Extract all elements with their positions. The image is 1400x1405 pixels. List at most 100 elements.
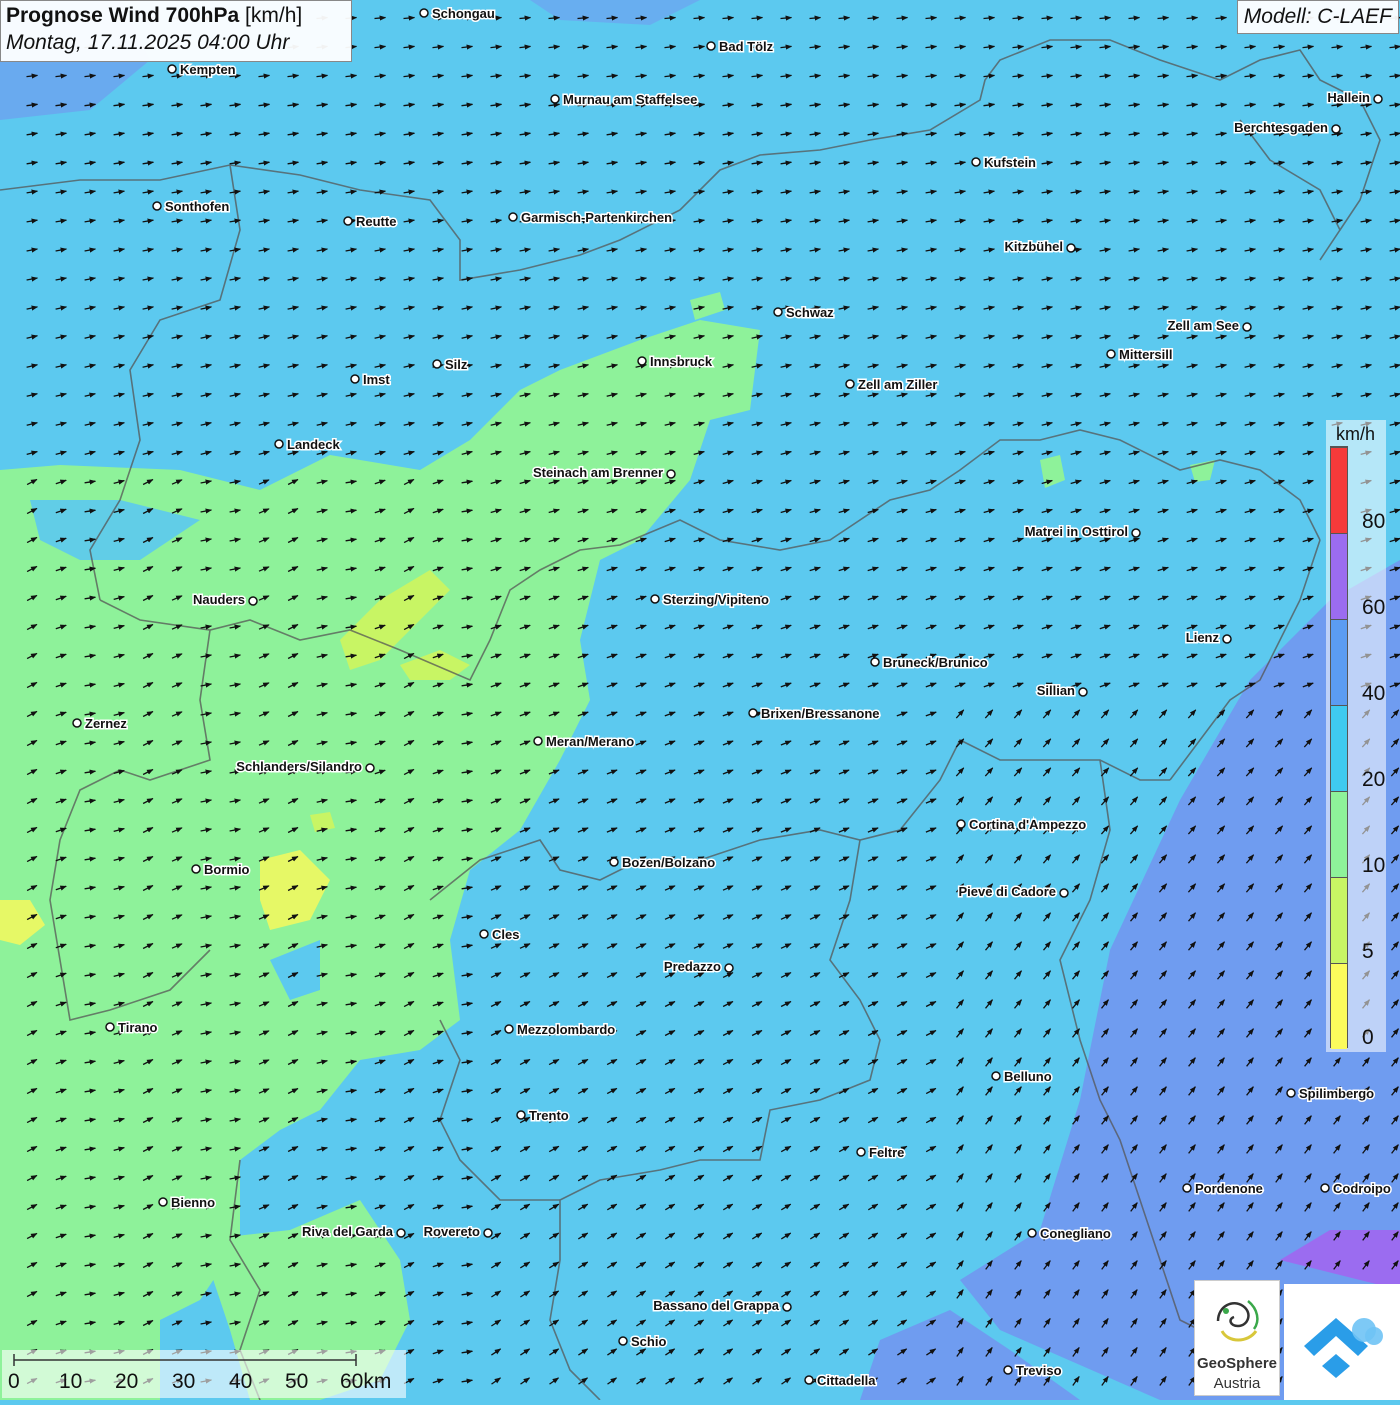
city-marker[interactable]: Spilimbergo bbox=[1287, 1086, 1374, 1101]
legend-tick-label: 80 bbox=[1362, 510, 1385, 534]
city-marker[interactable]: Bozen/Bolzano bbox=[610, 855, 715, 870]
city-label: Kitzbühel bbox=[1005, 239, 1064, 254]
city-marker[interactable]: Brixen/Bressanone bbox=[749, 706, 880, 721]
city-dot bbox=[344, 217, 352, 225]
geosphere-logo-line2: Austria bbox=[1195, 1375, 1279, 1392]
city-dot bbox=[725, 964, 733, 972]
city-label: Innsbruck bbox=[650, 354, 713, 369]
app-logo[interactable] bbox=[1284, 1284, 1400, 1400]
city-label: Mittersill bbox=[1119, 347, 1172, 362]
city-marker[interactable]: Pieve di Cadore bbox=[958, 884, 1068, 899]
legend-tick-label: 20 bbox=[1362, 768, 1385, 792]
city-dot bbox=[1374, 95, 1382, 103]
city-marker[interactable]: Schlanders/Silandro bbox=[236, 759, 374, 774]
city-dot bbox=[1183, 1184, 1191, 1192]
city-label: Sillian bbox=[1037, 683, 1075, 698]
forecast-datetime: Montag, 17.11.2025 04:00 Uhr bbox=[6, 31, 346, 55]
legend-swatch bbox=[1331, 619, 1347, 705]
city-label: Mezzolombardo bbox=[517, 1022, 615, 1037]
city-marker[interactable]: Sonthofen bbox=[153, 199, 229, 214]
city-marker[interactable]: Innsbruck bbox=[638, 354, 713, 369]
city-dot bbox=[638, 357, 646, 365]
city-marker[interactable]: Meran/Merano bbox=[534, 734, 634, 749]
legend-unit: km/h bbox=[1336, 424, 1375, 445]
city-marker[interactable]: Conegliano bbox=[1028, 1226, 1111, 1241]
city-marker[interactable]: Pordenone bbox=[1183, 1181, 1263, 1196]
city-dot bbox=[420, 9, 428, 17]
city-dot bbox=[1287, 1089, 1295, 1097]
city-dot bbox=[1332, 125, 1340, 133]
city-label: Sterzing/Vipiteno bbox=[663, 592, 769, 607]
model-label: Modell: C-LAEF bbox=[1237, 0, 1399, 34]
city-label: Conegliano bbox=[1040, 1226, 1111, 1241]
city-dot bbox=[857, 1148, 865, 1156]
city-label: Bruneck/Brunico bbox=[883, 655, 988, 670]
city-marker[interactable]: Schongau bbox=[420, 6, 495, 21]
city-label: Cortina d'Ampezzo bbox=[969, 817, 1086, 832]
scale-label: 0 bbox=[8, 1370, 20, 1394]
city-dot bbox=[534, 737, 542, 745]
city-marker[interactable]: Zell am See bbox=[1167, 318, 1251, 333]
city-label: Steinach am Brenner bbox=[533, 465, 663, 480]
app-logo-icon bbox=[1284, 1284, 1400, 1400]
city-dot bbox=[397, 1229, 405, 1237]
city-label: Reutte bbox=[356, 214, 396, 229]
city-dot bbox=[351, 375, 359, 383]
legend-swatch bbox=[1331, 533, 1347, 619]
city-marker[interactable]: Murnau am Staffelsee bbox=[551, 92, 697, 107]
city-dot bbox=[667, 470, 675, 478]
city-dot bbox=[73, 719, 81, 727]
city-label: Schongau bbox=[432, 6, 495, 21]
city-marker[interactable]: Steinach am Brenner bbox=[533, 465, 675, 480]
city-marker[interactable]: Riva del Garda bbox=[302, 1224, 405, 1239]
city-marker[interactable]: Garmisch-Partenkirchen bbox=[509, 210, 672, 225]
scale-label: 60km bbox=[340, 1370, 391, 1394]
city-dot bbox=[192, 865, 200, 873]
city-label: Treviso bbox=[1016, 1363, 1062, 1378]
city-dot bbox=[551, 95, 559, 103]
city-label: Schlanders/Silandro bbox=[236, 759, 362, 774]
city-marker[interactable]: Berchtesgaden bbox=[1234, 120, 1340, 135]
city-dot bbox=[1132, 529, 1140, 537]
city-label: Garmisch-Partenkirchen bbox=[521, 210, 672, 225]
city-label: Berchtesgaden bbox=[1234, 120, 1328, 135]
geosphere-logo[interactable]: GeoSphere Austria bbox=[1194, 1280, 1280, 1396]
scale-label: 30 bbox=[172, 1370, 195, 1394]
city-dot bbox=[1028, 1229, 1036, 1237]
city-label: Zell am Ziller bbox=[858, 377, 937, 392]
legend-tick-label: 0 bbox=[1362, 1026, 1374, 1050]
scale-label: 50 bbox=[285, 1370, 308, 1394]
city-dot bbox=[1067, 244, 1075, 252]
legend-swatch bbox=[1331, 877, 1347, 963]
city-label: Bienno bbox=[171, 1195, 215, 1210]
city-dot bbox=[433, 360, 441, 368]
city-dot bbox=[1079, 688, 1087, 696]
city-label: Spilimbergo bbox=[1299, 1086, 1374, 1101]
color-legend: km/h 051020406080 bbox=[1326, 420, 1386, 1052]
city-marker[interactable]: Mezzolombardo bbox=[505, 1022, 615, 1037]
city-label: Imst bbox=[363, 372, 390, 387]
city-marker[interactable]: Matrei in Osttirol bbox=[1025, 524, 1140, 539]
city-label: Silz bbox=[445, 357, 468, 372]
city-label: Rovereto bbox=[424, 1224, 480, 1239]
city-marker[interactable]: Sterzing/Vipiteno bbox=[651, 592, 769, 607]
city-label: Lienz bbox=[1186, 630, 1220, 645]
city-marker[interactable]: Cortina d'Ampezzo bbox=[957, 817, 1086, 832]
city-marker[interactable]: Bruneck/Brunico bbox=[871, 655, 988, 670]
city-dot bbox=[153, 202, 161, 210]
city-label: Cles bbox=[492, 927, 519, 942]
wind-map[interactable]: SchongauBad TölzKemptenMurnau am Staffel… bbox=[0, 0, 1400, 1400]
city-dot bbox=[619, 1337, 627, 1345]
legend-tick-label: 60 bbox=[1362, 596, 1385, 620]
city-label: Riva del Garda bbox=[302, 1224, 394, 1239]
city-dot bbox=[749, 709, 757, 717]
city-label: Cittadella bbox=[817, 1373, 876, 1388]
city-marker[interactable]: Zell am Ziller bbox=[846, 377, 937, 392]
city-dot bbox=[509, 213, 517, 221]
legend-colorbar bbox=[1330, 446, 1348, 1048]
city-marker[interactable]: Bassano del Grappa bbox=[653, 1298, 791, 1313]
city-dot bbox=[1321, 1184, 1329, 1192]
city-label: Pordenone bbox=[1195, 1181, 1263, 1196]
city-label: Nauders bbox=[193, 592, 245, 607]
city-dot bbox=[106, 1023, 114, 1031]
